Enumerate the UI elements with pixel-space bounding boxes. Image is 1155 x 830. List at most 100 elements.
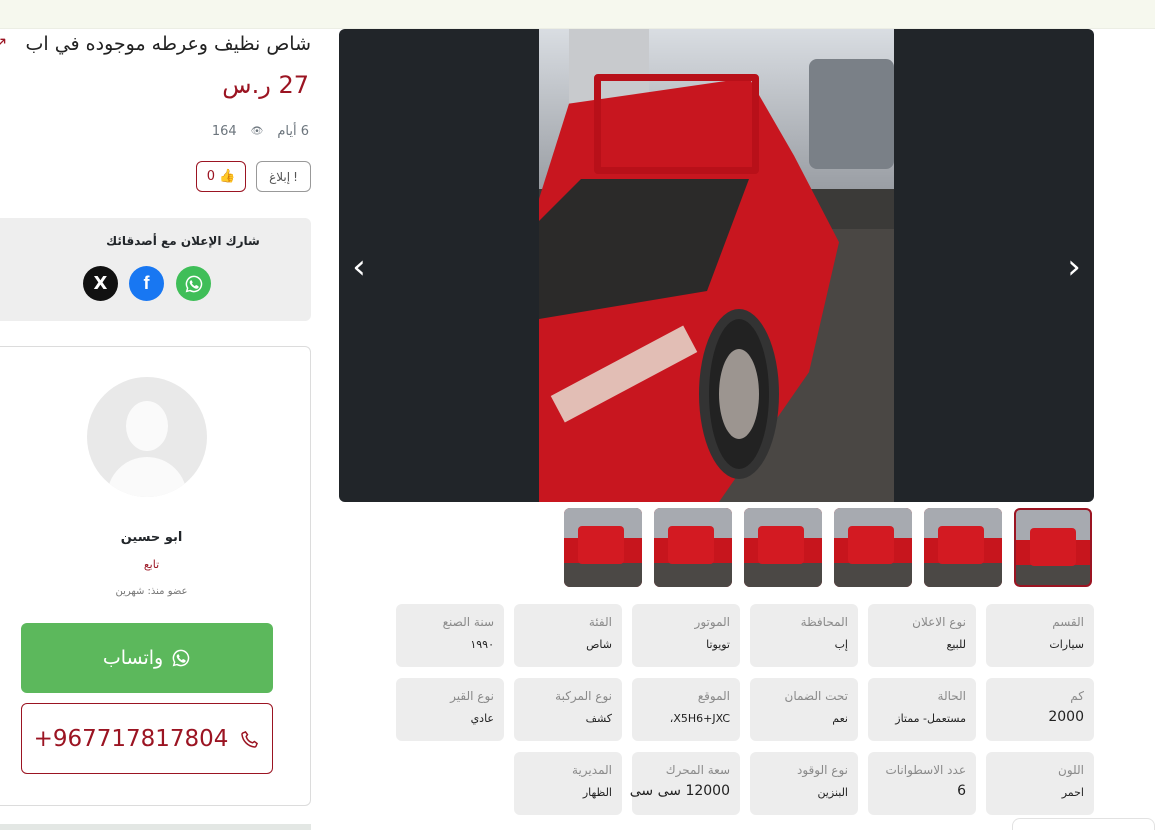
spec-value: مستعمل- ممتاز xyxy=(895,712,966,725)
spec-value: نعم xyxy=(832,712,848,725)
chevron-left-icon[interactable]: ‹ xyxy=(347,247,371,287)
spec-label: عدد الاسطوانات xyxy=(885,763,966,777)
scroll-widget[interactable] xyxy=(1012,818,1155,830)
seller-card: ابو حسين تابع عضو منذ: شهرين واتساب +967… xyxy=(0,346,311,806)
spec-label: سنة الصنع xyxy=(442,615,494,629)
spec-card: القسم سيارات xyxy=(986,604,1094,667)
spec-label: نوع القير xyxy=(450,689,494,703)
phone-icon xyxy=(241,730,259,748)
thumbnail-shape xyxy=(744,563,822,587)
whatsapp-share-button[interactable] xyxy=(176,266,211,301)
spec-card: تحت الضمان نعم xyxy=(750,678,858,741)
report-label: إبلاغ xyxy=(269,169,291,184)
image-gallery: ‹ › xyxy=(339,29,1094,502)
gallery-thumbnail[interactable] xyxy=(654,508,732,587)
map-preview[interactable] xyxy=(0,824,311,830)
spec-card: نوع المركبة كشف xyxy=(514,678,622,741)
main-photo[interactable] xyxy=(539,29,894,502)
like-count: 0 xyxy=(206,169,216,184)
spec-value: للبيع xyxy=(946,638,967,651)
spec-card: الموقع X5H6+JXC، xyxy=(632,678,740,741)
spec-card: المديرية الظهار xyxy=(514,752,622,815)
spec-value: سيارات xyxy=(1049,638,1084,651)
alert-icon: ! xyxy=(293,169,298,184)
spec-label: نوع المركبة xyxy=(555,689,612,703)
spec-label: الحالة xyxy=(937,689,966,703)
gallery-thumbnail[interactable] xyxy=(1014,508,1092,587)
spec-label: اللون xyxy=(1058,763,1084,777)
listing-age: 6 أيام xyxy=(277,124,309,139)
thumbnail-shape xyxy=(668,526,714,564)
listing-meta: 6 أيام 👁 164 xyxy=(212,124,309,139)
top-bar xyxy=(0,0,1155,29)
thumbnail-shape xyxy=(1016,565,1090,585)
spec-label: الموقع xyxy=(697,689,730,703)
spec-value: شاص xyxy=(586,638,612,651)
spec-value: كشف xyxy=(585,712,612,725)
gallery-thumbnail[interactable] xyxy=(924,508,1002,587)
gallery-thumbnail[interactable] xyxy=(834,508,912,587)
seller-name[interactable]: ابو حسين xyxy=(0,530,312,545)
avatar-head-shape xyxy=(126,401,168,451)
share-box: شارك الإعلان مع أصدقائك X f xyxy=(0,218,311,321)
spec-card: سنة الصنع ١٩٩٠ xyxy=(396,604,504,667)
thumbnail-shape xyxy=(834,563,912,587)
spec-value: X5H6+JXC، xyxy=(669,712,730,725)
spec-label: سعة المحرك xyxy=(665,763,730,777)
spec-card: نوع الوقود البنزين xyxy=(750,752,858,815)
spec-label: الفئة xyxy=(588,615,612,629)
x-share-button[interactable]: X xyxy=(83,266,118,301)
like-button[interactable]: 0 👍 xyxy=(196,161,246,192)
spec-card: المحافظة إب xyxy=(750,604,858,667)
spec-value: ١٩٩٠ xyxy=(470,638,494,651)
report-button[interactable]: ! إبلاغ xyxy=(256,161,311,192)
gallery-thumbnail[interactable] xyxy=(564,508,642,587)
phone-number: +967717817804 xyxy=(33,725,229,752)
member-since: عضو منذ: شهرين xyxy=(115,586,188,597)
whatsapp-contact-button[interactable]: واتساب xyxy=(21,623,273,693)
spec-card: نوع الاعلان للبيع xyxy=(868,604,976,667)
whatsapp-label: واتساب xyxy=(102,647,164,669)
listing-views: 164 xyxy=(211,124,237,139)
thumbnail-shape xyxy=(758,526,804,564)
gallery-thumbnail[interactable] xyxy=(744,508,822,587)
listing-sidebar: ↗ شاص نظيف وعرطه موجوده في اب 27 ر.س 6 أ… xyxy=(0,29,315,830)
spec-value: إب xyxy=(834,638,848,651)
thumbnail-shape xyxy=(938,526,984,564)
spec-card: نوع القير عادي xyxy=(396,678,504,741)
spec-label: نوع الوقود xyxy=(797,763,848,777)
spec-card: الفئة شاص xyxy=(514,604,622,667)
avatar-body-shape xyxy=(107,457,187,497)
whatsapp-icon xyxy=(172,649,190,667)
photo-car-shape xyxy=(809,59,894,169)
share-title: شارك الإعلان مع أصدقائك xyxy=(106,234,260,248)
facebook-share-button[interactable]: f xyxy=(129,266,164,301)
spec-card: عدد الاسطوانات 6 xyxy=(868,752,976,815)
spec-label: المديرية xyxy=(572,763,612,777)
listing-title: شاص نظيف وعرطه موجوده في اب xyxy=(25,33,311,55)
facebook-icon: f xyxy=(143,273,150,293)
spec-value: عادي xyxy=(470,712,494,725)
spec-label: القسم xyxy=(1052,615,1084,629)
phone-contact-button[interactable]: +967717817804 xyxy=(21,703,273,774)
spec-card: الموتور تويوتا xyxy=(632,604,740,667)
spec-value: 2000 xyxy=(1048,709,1084,725)
spec-card: كم 2000 xyxy=(986,678,1094,741)
follow-link[interactable]: تابع xyxy=(0,558,312,571)
thumbnail-shape xyxy=(924,563,1002,587)
listing-price: 27 ر.س xyxy=(222,71,309,99)
spec-card: الحالة مستعمل- ممتاز xyxy=(868,678,976,741)
spec-label: الموتور xyxy=(694,615,730,629)
x-icon: X xyxy=(93,273,108,294)
photo-hub-shape xyxy=(719,349,759,439)
spec-value: تويوتا xyxy=(706,638,730,651)
spec-value: 6 xyxy=(957,783,966,799)
spec-value: احمر xyxy=(1061,786,1084,799)
chevron-right-icon[interactable]: › xyxy=(1062,247,1086,287)
spec-card: سعة المحرك 12000 سی سی xyxy=(629,752,740,815)
spec-label: المحافظة xyxy=(800,615,848,629)
thumbnail-shape xyxy=(1030,528,1076,566)
spec-value: 12000 سی سی xyxy=(629,783,730,799)
spec-label: تحت الضمان xyxy=(784,689,849,703)
avatar[interactable] xyxy=(87,377,207,497)
